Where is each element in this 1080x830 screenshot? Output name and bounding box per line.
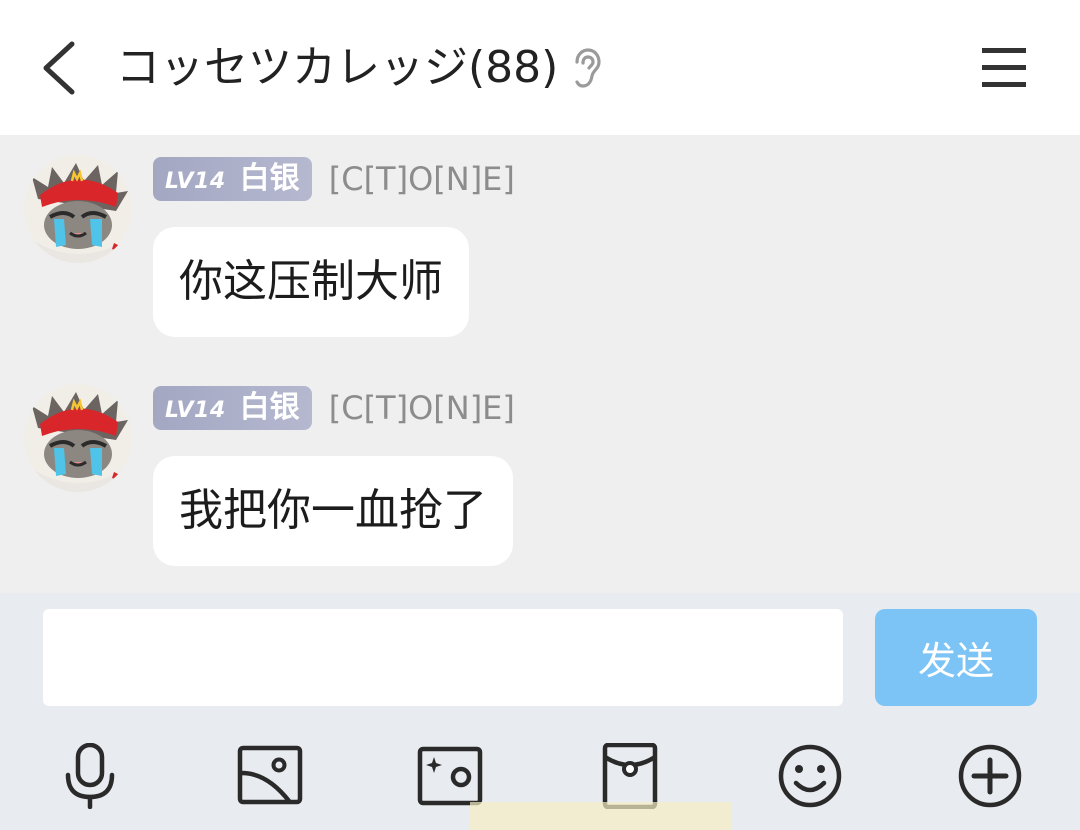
level-label: LV14 (165, 169, 226, 194)
microphone-icon[interactable] (57, 742, 123, 810)
message-bubble[interactable]: 我把你一血抢了 (153, 456, 513, 566)
rank-label: 白银 (239, 390, 300, 425)
image-icon[interactable] (237, 743, 303, 809)
message-list[interactable]: LV14 白银 [C[T]O[N]E] 你这压制大师 LV14 白银 [C[T]… (0, 135, 1080, 593)
level-badge: LV14 白银 (153, 157, 312, 201)
composer-bar: 发送 (0, 593, 1080, 830)
camera-icon[interactable] (417, 743, 483, 809)
chat-title: コッセツカレッジ(88) (116, 42, 559, 93)
emoji-icon[interactable] (777, 743, 843, 809)
message-item: LV14 白银 [C[T]O[N]E] 我把你一血抢了 (0, 364, 1080, 566)
message-bubble[interactable]: 你这压制大师 (153, 227, 469, 337)
red-envelope-icon[interactable] (597, 742, 663, 810)
menu-button[interactable] (980, 44, 1028, 92)
sender-row: LV14 白银 [C[T]O[N]E] (153, 386, 515, 430)
message-input[interactable] (43, 609, 843, 706)
plus-circle-icon[interactable] (957, 743, 1023, 809)
keyboard-suggestion-strip (470, 802, 732, 830)
sender-row: LV14 白银 [C[T]O[N]E] (153, 157, 515, 201)
rank-label: 白银 (239, 161, 300, 196)
sender-name[interactable]: [C[T]O[N]E] (329, 386, 515, 430)
send-button[interactable]: 发送 (875, 609, 1037, 706)
level-label: LV14 (165, 398, 226, 423)
hamburger-menu-icon (982, 48, 1026, 87)
level-badge: LV14 白银 (153, 386, 312, 430)
sender-name[interactable]: [C[T]O[N]E] (329, 157, 515, 201)
chat-header: コッセツカレッジ(88) (0, 0, 1080, 135)
avatar[interactable] (24, 384, 132, 492)
ear-icon[interactable] (568, 48, 604, 88)
avatar[interactable] (24, 155, 132, 263)
chevron-left-icon (43, 41, 75, 95)
message-item: LV14 白银 [C[T]O[N]E] 你这压制大师 (0, 135, 1080, 337)
back-button[interactable] (36, 38, 82, 98)
